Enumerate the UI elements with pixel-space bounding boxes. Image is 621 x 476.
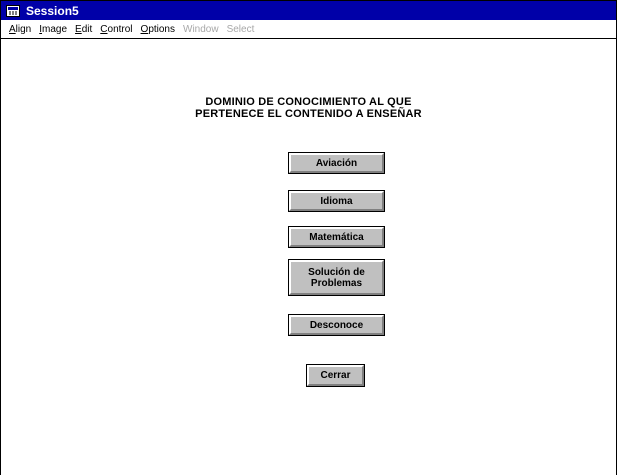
aviacion-button-label: Aviación [315, 157, 358, 169]
page-title-line-2: PERTENECE EL CONTENIDO A ENSEÑAR [195, 108, 422, 120]
desconoce-button-label: Desconoce [309, 319, 364, 331]
session-window: Session5 Align Image Edit Control Option… [0, 0, 617, 476]
idioma-button-label: Idioma [320, 195, 353, 207]
menu-options[interactable]: Options [141, 24, 175, 35]
solucion-button-label-line-1: Solución de [308, 266, 365, 278]
idioma-button[interactable]: Idioma [288, 190, 385, 212]
menu-window: Window [183, 23, 219, 35]
window-title: Session5 [26, 3, 79, 18]
close-button[interactable]: Cerrar [306, 364, 365, 387]
matematica-button-label: Matemática [309, 231, 364, 243]
close-button-label: Cerrar [320, 370, 351, 381]
menu-control[interactable]: Control [100, 24, 132, 35]
menu-edit[interactable]: Edit [75, 24, 92, 35]
solucion-button-label: Solución de Problemas [308, 267, 365, 289]
title-bar[interactable]: Session5 [1, 1, 616, 20]
app-window-icon[interactable] [6, 4, 20, 17]
page-title-line-1: DOMINIO DE CONOCIMIENTO AL QUE [205, 96, 412, 108]
form-area: DOMINIO DE CONOCIMIENTO AL QUE PERTENECE… [1, 39, 616, 476]
matematica-button[interactable]: Matemática [288, 226, 385, 248]
menu-align[interactable]: Align [9, 24, 31, 35]
menu-select: Select [226, 23, 255, 35]
solucion-button-label-line-2: Problemas [310, 277, 363, 289]
aviacion-button[interactable]: Aviación [288, 152, 385, 174]
page-title: DOMINIO DE CONOCIMIENTO AL QUE PERTENECE… [1, 96, 616, 120]
desconoce-button[interactable]: Desconoce [288, 314, 385, 336]
menu-bar: Align Image Edit Control Options Window … [1, 20, 616, 39]
menu-image[interactable]: Image [39, 24, 67, 35]
solucion-de-problemas-button[interactable]: Solución de Problemas [288, 259, 385, 296]
